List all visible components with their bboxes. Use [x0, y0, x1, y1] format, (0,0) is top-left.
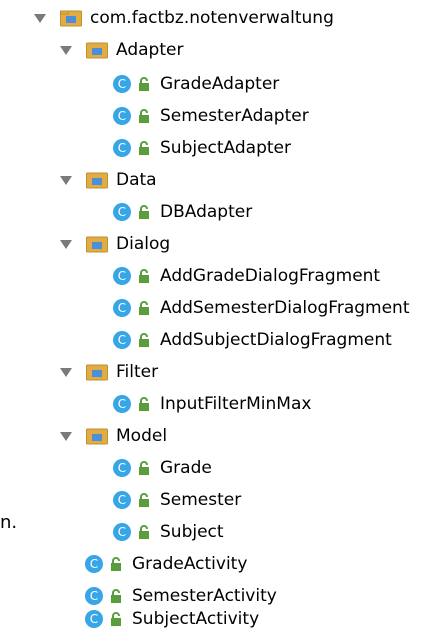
folder-icon [86, 42, 108, 58]
tree-folder-filter[interactable]: Filter [60, 356, 158, 388]
svg-text:C: C [118, 205, 126, 219]
lock-icon [139, 269, 149, 283]
tree-class-label: InputFilterMinMax [160, 394, 312, 414]
tree-class-item[interactable]: C AddGradeDialogFragment [112, 260, 380, 292]
folder-icon [86, 172, 108, 188]
class-icon: C [85, 555, 103, 573]
svg-text:C: C [118, 397, 126, 411]
tree-class-label: SubjectActivity [132, 609, 260, 629]
package-folder-icon [60, 10, 82, 26]
expand-arrow-icon[interactable] [60, 45, 72, 55]
lock-icon [139, 525, 149, 539]
tree-class-item[interactable]: C SemesterAdapter [112, 100, 309, 132]
tree-class-label: SubjectAdapter [160, 138, 291, 158]
lock-icon [139, 397, 149, 411]
tree-class-label: Grade [160, 458, 212, 478]
tree-class-label: Semester [160, 490, 242, 510]
tree-root-package[interactable]: com.factbz.notenverwaltung [34, 2, 334, 34]
expand-arrow-icon[interactable] [34, 13, 46, 23]
tree-class-label: GradeAdapter [160, 74, 280, 94]
lock-icon [111, 557, 121, 571]
tree-folder-adapter[interactable]: Adapter [60, 34, 183, 66]
lock-icon [111, 589, 121, 603]
tree-class-item[interactable]: C Semester [112, 484, 241, 516]
expand-arrow-icon[interactable] [60, 175, 72, 185]
tree-folder-data[interactable]: Data [60, 164, 157, 196]
class-icon: C [113, 203, 131, 221]
class-icon: C [113, 267, 131, 285]
svg-text:C: C [118, 269, 126, 283]
class-icon: C [113, 75, 131, 93]
tree-class-label: GradeActivity [132, 554, 248, 574]
expand-arrow-icon[interactable] [60, 431, 72, 441]
tree-folder-dialog[interactable]: Dialog [60, 228, 170, 260]
svg-text:C: C [118, 333, 126, 347]
folder-icon [86, 428, 108, 444]
expand-arrow-icon[interactable] [60, 367, 72, 377]
tree-class-item[interactable]: C DBAdapter [112, 196, 252, 228]
tree-class-item[interactable]: C Subject [112, 516, 224, 548]
svg-text:C: C [118, 109, 126, 123]
svg-text:C: C [90, 612, 98, 626]
tree-class-label: SemesterAdapter [160, 106, 309, 126]
tree-class-item[interactable]: C AddSemesterDialogFragment [112, 292, 410, 324]
class-icon: C [113, 299, 131, 317]
svg-text:C: C [118, 141, 126, 155]
tree-class-label: Subject [160, 522, 224, 542]
tree-folder-label: Adapter [116, 40, 184, 60]
tree-class-label: AddSemesterDialogFragment [160, 298, 410, 318]
svg-text:C: C [118, 301, 126, 315]
tree-folder-label: Dialog [116, 234, 171, 254]
tree-class-item[interactable]: C SubjectAdapter [112, 132, 291, 164]
tree-class-item[interactable]: C GradeAdapter [112, 68, 279, 100]
lock-icon [111, 612, 121, 626]
tree-class-item[interactable]: C SubjectActivity [84, 603, 259, 635]
class-icon: C [85, 610, 103, 628]
lock-icon [139, 493, 149, 507]
tree-class-label: AddSubjectDialogFragment [160, 330, 392, 350]
class-icon: C [113, 491, 131, 509]
class-icon: C [113, 139, 131, 157]
lock-icon [139, 141, 149, 155]
lock-icon [139, 461, 149, 475]
tree-folder-label: Data [116, 170, 157, 190]
tree-root-label: com.factbz.notenverwaltung [90, 8, 334, 28]
class-icon: C [113, 107, 131, 125]
expand-arrow-icon[interactable] [60, 239, 72, 249]
lock-icon [139, 333, 149, 347]
tree-class-label: DBAdapter [160, 202, 253, 222]
lock-icon [139, 301, 149, 315]
tree-folder-label: Model [116, 426, 168, 446]
svg-text:C: C [118, 493, 126, 507]
class-icon: C [113, 395, 131, 413]
stray-text: n. [0, 512, 18, 533]
svg-text:C: C [118, 525, 126, 539]
tree-folder-model[interactable]: Model [60, 420, 167, 452]
lock-icon [139, 109, 149, 123]
tree-class-item[interactable]: C InputFilterMinMax [112, 388, 311, 420]
folder-icon [86, 364, 108, 380]
lock-icon [139, 77, 149, 91]
folder-icon [86, 236, 108, 252]
svg-text:C: C [90, 557, 98, 571]
lock-icon [139, 205, 149, 219]
tree-class-item[interactable]: C Grade [112, 452, 212, 484]
svg-text:C: C [90, 589, 98, 603]
tree-class-item[interactable]: C AddSubjectDialogFragment [112, 324, 392, 356]
svg-text:C: C [118, 77, 126, 91]
class-icon: C [113, 459, 131, 477]
class-icon: C [113, 331, 131, 349]
project-tree: com.factbz.notenverwaltung Adapter C Gra… [0, 0, 432, 635]
class-icon: C [113, 523, 131, 541]
tree-folder-label: Filter [116, 362, 159, 382]
tree-class-label: AddGradeDialogFragment [160, 266, 381, 286]
svg-text:C: C [118, 461, 126, 475]
tree-class-item[interactable]: C GradeActivity [84, 548, 247, 580]
